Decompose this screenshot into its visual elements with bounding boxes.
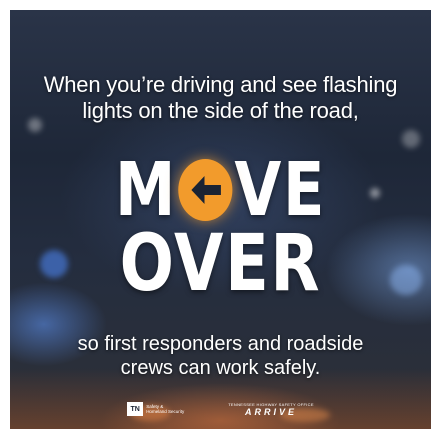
headline-line-2: lights on the side of the road,: [82, 98, 359, 123]
move-letter-m: M: [114, 147, 177, 233]
tn-dept-name: Safety & Homeland Security: [146, 404, 206, 414]
tn-safety-logo: TN Safety & Homeland Security: [127, 402, 206, 416]
arrive-logo: TENNESSEE HIGHWAY SAFETY OFFICE ARRIVE: [228, 402, 314, 417]
move-letters-ve: VE: [234, 147, 327, 233]
arrive-wordmark: ARRIVE: [244, 406, 297, 417]
over-word: OVER: [119, 219, 322, 309]
subline-line-1: so first responders and roadside: [77, 333, 364, 355]
headline: When you’re driving and see flashing lig…: [10, 72, 431, 124]
subline: so first responders and roadside crews c…: [10, 332, 431, 380]
tn-badge: TN: [127, 402, 144, 416]
headline-line-1: When you’re driving and see flashing: [43, 72, 398, 97]
move-over-graphic: When you’re driving and see flashing lig…: [10, 10, 431, 429]
move-word: M VE: [48, 150, 393, 230]
subline-line-2: crews can work safely.: [120, 357, 321, 379]
bokeh-light: [402, 130, 420, 148]
footer-logos: TN Safety & Homeland Security TENNESSEE …: [10, 398, 431, 420]
left-arrow-in-orange-circle-icon: [178, 159, 233, 221]
tn-line-2: Homeland Security: [146, 409, 185, 414]
bokeh-light: [390, 265, 422, 295]
